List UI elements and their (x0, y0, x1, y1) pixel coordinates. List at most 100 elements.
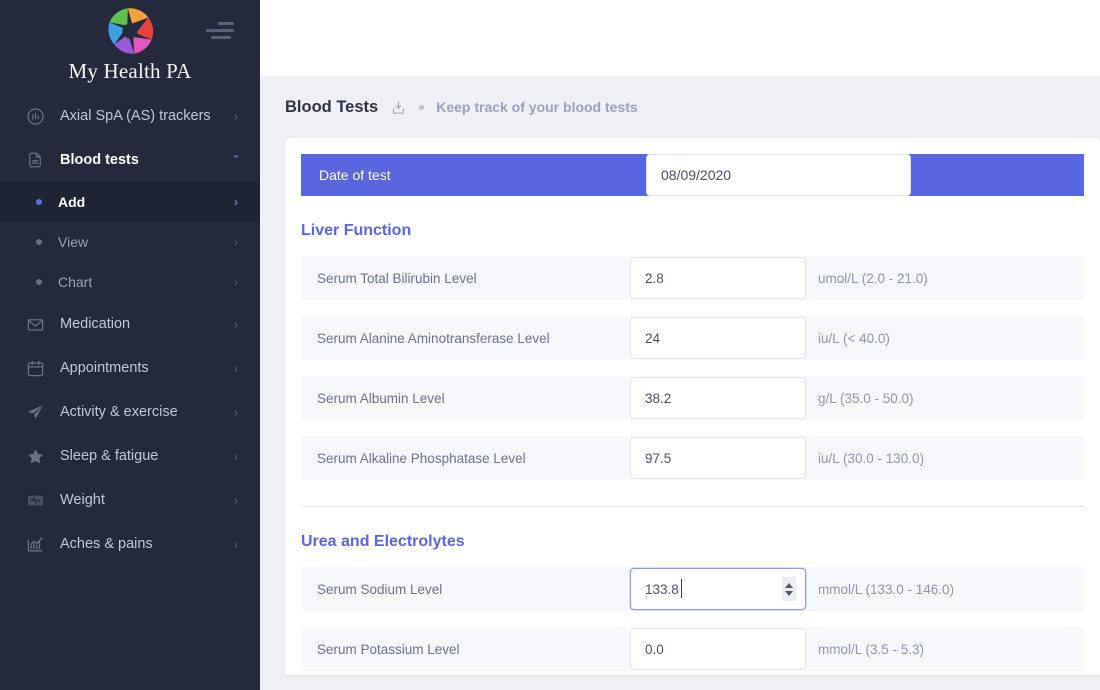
test-unit: g/L (35.0 - 50.0) (818, 390, 914, 406)
sidebar-item-blood-tests[interactable]: Blood tests ˇ (0, 138, 260, 182)
sidebar-item-label: Sleep & fatigue (60, 448, 159, 464)
separator-dot-icon (419, 104, 425, 110)
sidebar-subitem-chart[interactable]: Chart › (0, 262, 260, 302)
app-root: My Health PA Axial SpA (AS) trackers › B… (0, 0, 1100, 690)
test-row: Serum Albumin Level g/L (35.0 - 50.0) (301, 376, 1084, 420)
chevron-right-icon: › (233, 448, 238, 464)
serum-albumin-input[interactable] (630, 377, 806, 419)
test-row: Serum Total Bilirubin Level umol/L (2.0 … (301, 256, 1084, 300)
test-input-wrap (630, 317, 806, 359)
chevron-right-icon: › (233, 492, 238, 508)
sidebar-item-activity-exercise[interactable]: Activity & exercise › (0, 390, 260, 434)
sidebar-subitem-label: View (58, 234, 89, 250)
chart-circle-icon (24, 105, 46, 127)
sidebar-brand-row: My Health PA (0, 0, 260, 83)
star-icon (24, 445, 46, 467)
hamburger-menu-icon[interactable] (206, 22, 234, 39)
sidebar-item-label: Medication (60, 316, 131, 332)
sidebar: My Health PA Axial SpA (AS) trackers › B… (0, 0, 260, 690)
sidebar-subitem-add[interactable]: Add › (0, 182, 260, 222)
sidebar-item-label: Axial SpA (AS) trackers (60, 108, 211, 124)
aperture-logo-icon (108, 8, 154, 54)
chevron-right-icon: › (234, 275, 238, 289)
sidebar-item-aches-pains[interactable]: Aches & pains › (0, 522, 260, 566)
serum-total-bilirubin-input[interactable] (630, 257, 806, 299)
topbar (260, 0, 1100, 76)
chevron-right-icon: › (233, 108, 238, 124)
test-input-wrap (630, 257, 806, 299)
sidebar-item-sleep-fatigue[interactable]: Sleep & fatigue › (0, 434, 260, 478)
date-of-test-input[interactable] (646, 154, 911, 196)
sidebar-item-label: Weight (60, 492, 105, 508)
chevron-right-icon: › (233, 316, 238, 332)
test-row: Serum Sodium Level mmol/L (133.0 - 146.0… (301, 567, 1084, 611)
sidebar-subitem-view[interactable]: View › (0, 222, 260, 262)
serum-alanine-aminotransferase-input[interactable] (630, 317, 806, 359)
number-stepper[interactable] (782, 577, 796, 601)
bullet-icon (36, 239, 42, 245)
test-label: Serum Total Bilirubin Level (317, 270, 477, 286)
text-caret (681, 579, 682, 598)
test-label: Serum Albumin Level (317, 390, 445, 406)
date-of-test-label: Date of test (319, 167, 391, 183)
test-input-wrap (630, 568, 806, 610)
test-label: Serum Potassium Level (317, 641, 460, 657)
stepper-down-icon[interactable] (785, 590, 793, 596)
test-row: Serum Potassium Level mmol/L (3.5 - 5.3) (301, 627, 1084, 671)
bullet-icon (36, 279, 42, 285)
section-title-liver-function: Liver Function (301, 222, 412, 239)
blood-test-form-card: Date of test Liver Function Serum Total … (285, 138, 1100, 675)
envelope-pill-icon (24, 313, 46, 335)
test-unit: umol/L (2.0 - 21.0) (818, 270, 928, 286)
test-unit: iu/L (< 40.0) (818, 330, 890, 346)
sidebar-item-medication[interactable]: Medication › (0, 302, 260, 346)
serum-sodium-input[interactable] (630, 568, 806, 610)
brand-name: My Health PA (68, 59, 192, 83)
sidebar-item-weight[interactable]: Weight › (0, 478, 260, 522)
serum-potassium-input[interactable] (630, 628, 806, 670)
test-unit: mmol/L (3.5 - 5.3) (818, 641, 925, 657)
paper-plane-icon (24, 401, 46, 423)
test-input-wrap (630, 377, 806, 419)
pulse-card-icon (24, 489, 46, 511)
test-input-wrap (630, 628, 806, 670)
page-header: Blood Tests Keep track of your blood tes… (260, 76, 1100, 138)
trending-up-chart-icon (24, 533, 46, 555)
test-input-wrap (630, 437, 806, 479)
sidebar-subitem-label: Chart (58, 274, 93, 290)
test-unit: iu/L (30.0 - 130.0) (818, 450, 925, 466)
sidebar-item-axial-spa-trackers[interactable]: Axial SpA (AS) trackers › (0, 94, 260, 138)
chevron-down-icon: ˇ (233, 152, 238, 168)
bullet-icon (36, 199, 42, 205)
chevron-right-icon: › (234, 235, 238, 249)
chevron-right-icon: › (233, 536, 238, 552)
chevron-right-icon: › (234, 195, 238, 209)
test-row: Serum Alanine Aminotransferase Level iu/… (301, 316, 1084, 360)
calendar-icon (24, 357, 46, 379)
brand[interactable]: My Health PA (69, 0, 192, 84)
page-title: Blood Tests (285, 97, 379, 116)
test-unit: mmol/L (133.0 - 146.0) (818, 581, 955, 597)
chevron-right-icon: › (233, 360, 238, 376)
date-of-test-input-wrap (646, 154, 911, 196)
sidebar-item-label: Appointments (60, 360, 149, 376)
page-subtitle: Keep track of your blood tests (436, 99, 638, 115)
sidebar-subitem-label: Add (58, 194, 86, 210)
test-label: Serum Sodium Level (317, 581, 443, 597)
test-label: Serum Alanine Aminotransferase Level (317, 330, 550, 346)
chevron-right-icon: › (233, 404, 238, 420)
stepper-up-icon[interactable] (785, 582, 793, 588)
main-content: Blood Tests Keep track of your blood tes… (260, 0, 1100, 690)
sidebar-item-appointments[interactable]: Appointments › (0, 346, 260, 390)
test-row: Serum Alkaline Phosphatase Level iu/L (3… (301, 436, 1084, 480)
test-label: Serum Alkaline Phosphatase Level (317, 450, 526, 466)
sidebar-item-label: Blood tests (60, 152, 139, 168)
download-tray-icon[interactable] (390, 99, 407, 116)
serum-alkaline-phosphatase-input[interactable] (630, 437, 806, 479)
document-icon (24, 149, 46, 171)
sidebar-item-label: Aches & pains (60, 536, 153, 552)
sidebar-nav: Axial SpA (AS) trackers › Blood tests ˇ … (0, 94, 260, 566)
date-of-test-row: Date of test (301, 154, 1084, 196)
sidebar-item-label: Activity & exercise (60, 404, 178, 420)
section-title-urea-electrolytes: Urea and Electrolytes (301, 533, 465, 550)
